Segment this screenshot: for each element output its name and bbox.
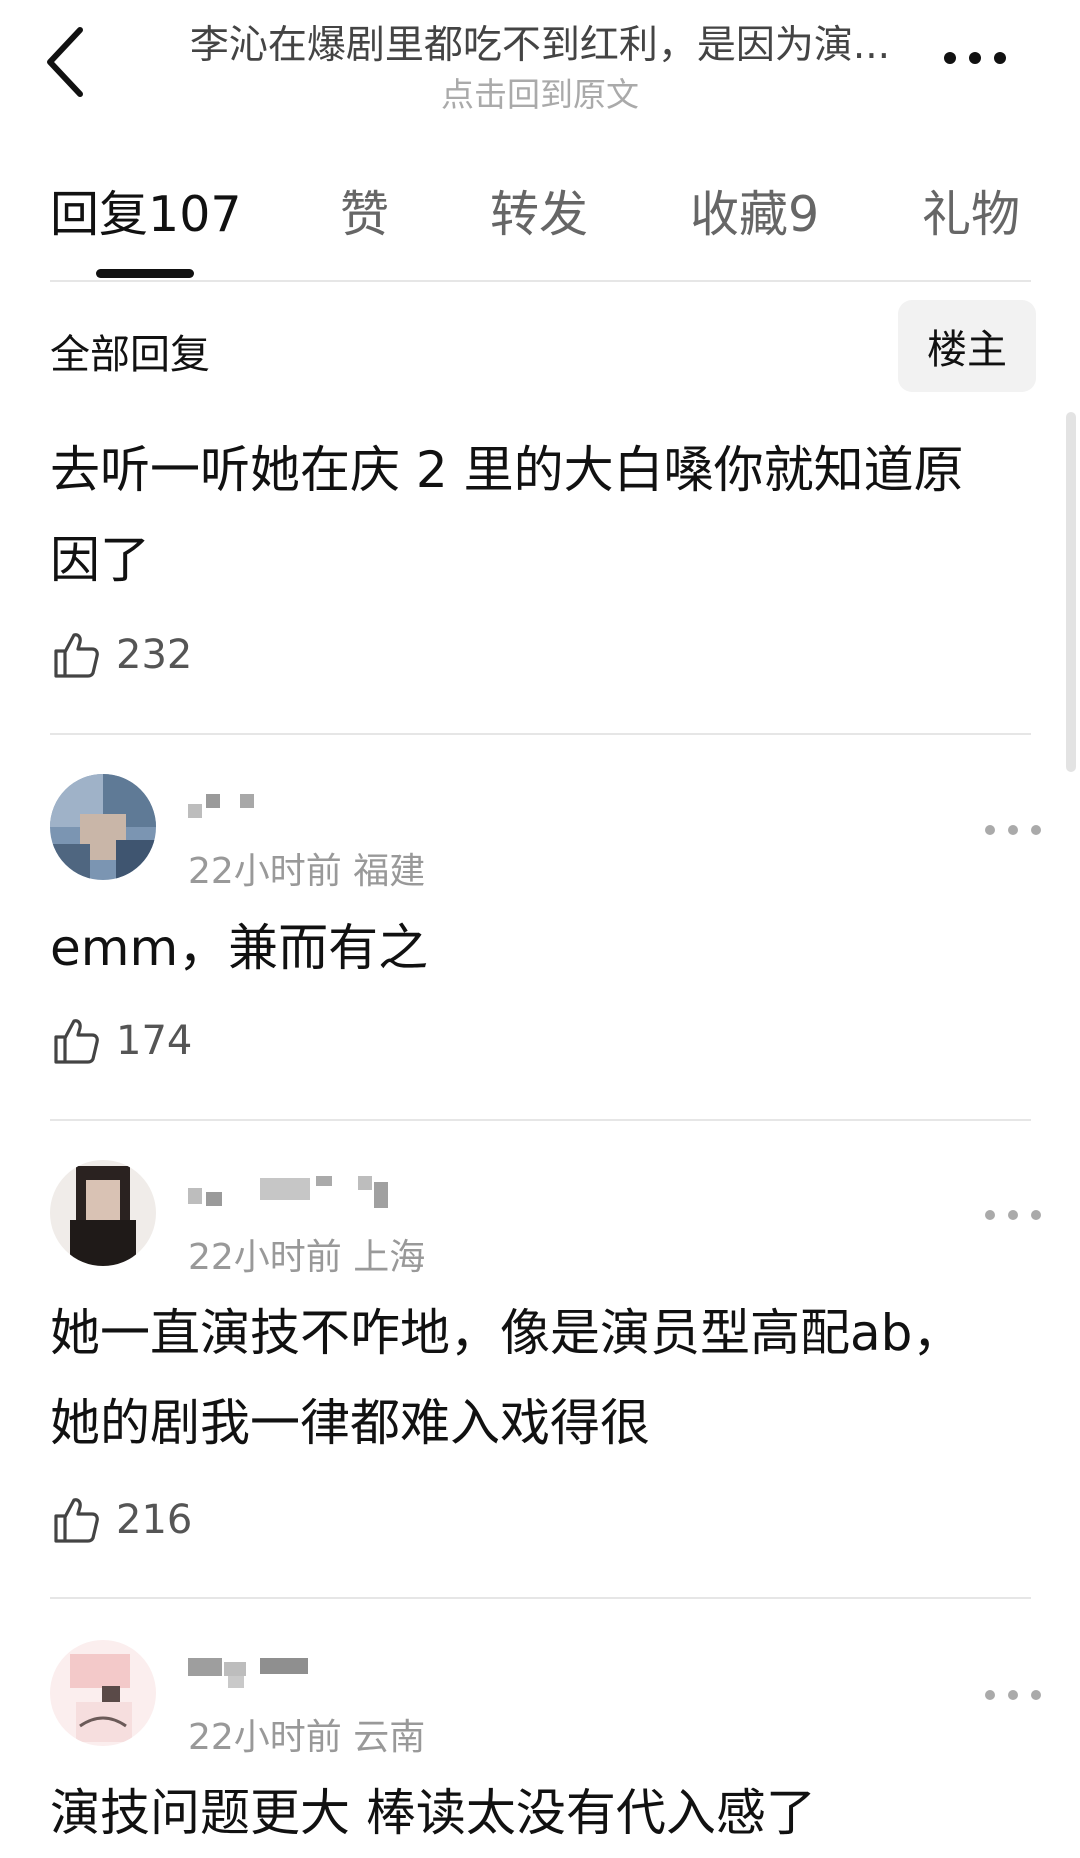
tab-label: 赞 [340, 186, 390, 243]
thumbs-up-icon [54, 633, 99, 678]
comment-more-icon[interactable] [978, 1200, 1048, 1230]
like-count: 216 [116, 1497, 193, 1543]
like-button[interactable]: 232 [50, 625, 192, 685]
reply-line: 去听一听她在庆 2 里的大白嗓你就知道原 [50, 441, 964, 499]
comment-location: 云南 [353, 1717, 426, 1758]
owner-filter-button[interactable]: 楼主 [898, 300, 1036, 392]
tab-label: 礼物 [922, 186, 1021, 243]
tab-favorites[interactable]: 收藏9 [690, 175, 819, 246]
reply-line: 她一直演技不咋地，像是演员型高配ab， [50, 1304, 963, 1362]
comment-location: 上海 [353, 1237, 426, 1278]
tab-label: 转发 [490, 186, 589, 243]
tab-label: 收藏 [690, 186, 789, 243]
username-blurred[interactable] [188, 1652, 448, 1692]
tab-label: 回复 [50, 186, 149, 243]
like-button[interactable]: 216 [50, 1490, 192, 1550]
post-title[interactable]: 李沁在爆剧里都吃不到红利，是因为演... [140, 14, 940, 70]
thumbs-up-icon [54, 1498, 99, 1543]
comment-time: 22小时前 [188, 1237, 342, 1278]
reply-line: emm，兼而有之 [50, 919, 429, 977]
comment-location: 福建 [353, 851, 426, 892]
like-button[interactable]: 174 [50, 1011, 192, 1071]
thumbs-up-icon [54, 1019, 99, 1064]
active-tab-indicator [96, 269, 194, 278]
divider [50, 733, 1031, 735]
tab-reposts[interactable]: 转发 [490, 175, 588, 246]
comment-more-icon[interactable] [978, 1680, 1048, 1710]
tab-count: 9 [788, 186, 820, 243]
tab-replies[interactable]: 回复107 [50, 175, 242, 246]
back-to-original-link[interactable]: 点击回到原文 [140, 68, 940, 116]
comment-meta: 22小时前 上海 [188, 1228, 425, 1280]
divider [50, 1119, 1031, 1121]
username-blurred[interactable] [188, 1172, 448, 1212]
tab-bar: 回复107 赞 转发 收藏9 礼物 [0, 165, 1080, 285]
reply-line: 因了 [50, 531, 150, 589]
tab-gifts[interactable]: 礼物 [922, 175, 1020, 246]
avatar[interactable] [50, 774, 156, 880]
comment-more-icon[interactable] [978, 815, 1048, 845]
more-dots-icon [944, 52, 1006, 64]
reply-line: 她的剧我一律都难入戏得很 [50, 1394, 650, 1452]
more-options-button[interactable] [940, 30, 1010, 90]
divider [50, 280, 1031, 282]
comment-meta: 22小时前 云南 [188, 1708, 425, 1760]
top-bar: 李沁在爆剧里都吃不到红利，是因为演... 点击回到原文 [0, 0, 1080, 140]
comment-meta: 22小时前 福建 [188, 842, 425, 894]
back-button[interactable] [38, 22, 98, 102]
like-count: 174 [116, 1018, 193, 1064]
divider [50, 1597, 1031, 1599]
main-reply-text: 去听一听她在庆 2 里的大白嗓你就知道原 因了 [50, 425, 1030, 605]
avatar[interactable] [50, 1160, 156, 1266]
comment-time: 22小时前 [188, 851, 342, 892]
back-arrow-icon [47, 27, 83, 97]
comment-text: 演技问题更大 棒读太没有代入感了 [50, 1768, 1030, 1858]
reply-line: 演技问题更大 棒读太没有代入感了 [50, 1784, 816, 1842]
comment-time: 22小时前 [188, 1717, 342, 1758]
avatar[interactable] [50, 1640, 156, 1746]
username-blurred[interactable] [188, 790, 448, 830]
comment-text: emm，兼而有之 [50, 903, 1030, 993]
scrollbar[interactable] [1066, 412, 1076, 772]
comment-text: 她一直演技不咋地，像是演员型高配ab， 她的剧我一律都难入戏得很 [50, 1288, 1030, 1468]
like-count: 232 [116, 632, 193, 678]
all-replies-label: 全部回复 [50, 332, 210, 378]
tab-likes[interactable]: 赞 [340, 175, 389, 246]
tab-count: 107 [148, 186, 242, 243]
